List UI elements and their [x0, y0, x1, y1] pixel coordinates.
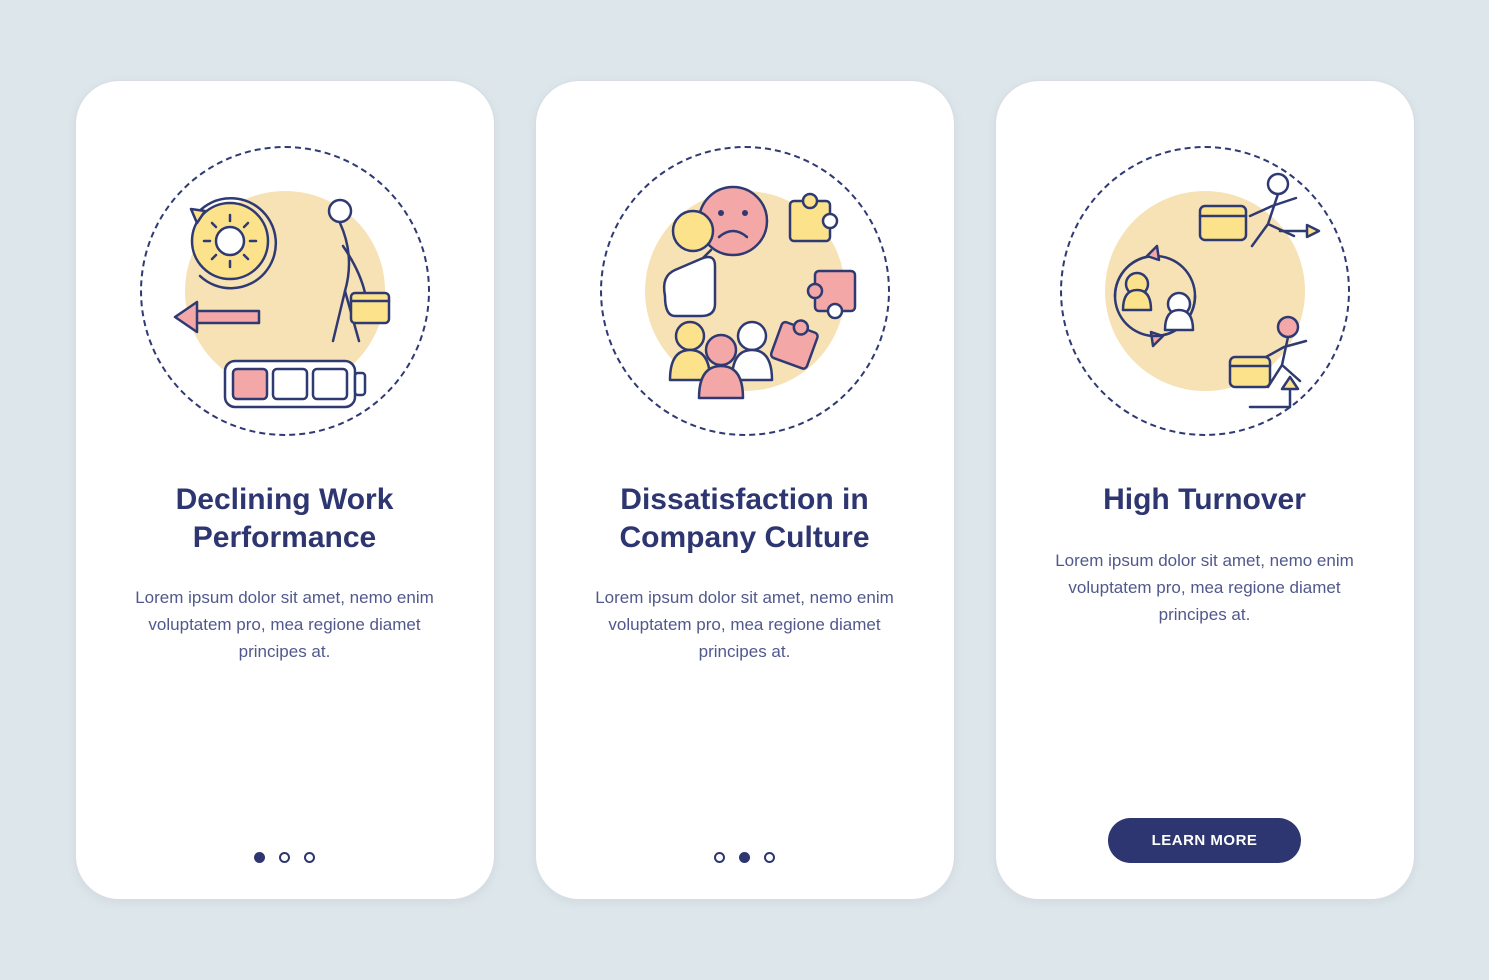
page-dot-2[interactable]: [279, 852, 290, 863]
card-footer: [76, 852, 494, 863]
card-body: Lorem ipsum dolor sit amet, nemo enim vo…: [578, 584, 912, 666]
page-dot-1[interactable]: [254, 852, 265, 863]
illustration-container: [135, 141, 435, 441]
card-title: High Turnover: [1098, 481, 1311, 519]
page-dot-1[interactable]: [714, 852, 725, 863]
onboarding-card-3: High Turnover Lorem ipsum dolor sit amet…: [995, 80, 1415, 900]
card-footer: [536, 852, 954, 863]
high-turnover-icon: [1075, 161, 1335, 421]
page-dot-3[interactable]: [304, 852, 315, 863]
dissatisfaction-icon: [615, 161, 875, 421]
page-indicator: [254, 852, 315, 863]
illustration-container: [595, 141, 895, 441]
card-body: Lorem ipsum dolor sit amet, nemo enim vo…: [1038, 547, 1372, 629]
declining-performance-icon: [155, 161, 415, 421]
card-title: Dissatisfaction in Company Culture: [578, 481, 912, 556]
card-title: Declining Work Performance: [118, 481, 452, 556]
learn-more-button[interactable]: LEARN MORE: [1108, 818, 1302, 863]
onboarding-card-2: Dissatisfaction in Company Culture Lorem…: [535, 80, 955, 900]
page-indicator: [714, 852, 775, 863]
onboarding-card-1: Declining Work Performance Lorem ipsum d…: [75, 80, 495, 900]
card-body: Lorem ipsum dolor sit amet, nemo enim vo…: [118, 584, 452, 666]
page-dot-2[interactable]: [739, 852, 750, 863]
page-dot-3[interactable]: [764, 852, 775, 863]
card-footer: LEARN MORE: [996, 818, 1414, 863]
illustration-container: [1055, 141, 1355, 441]
